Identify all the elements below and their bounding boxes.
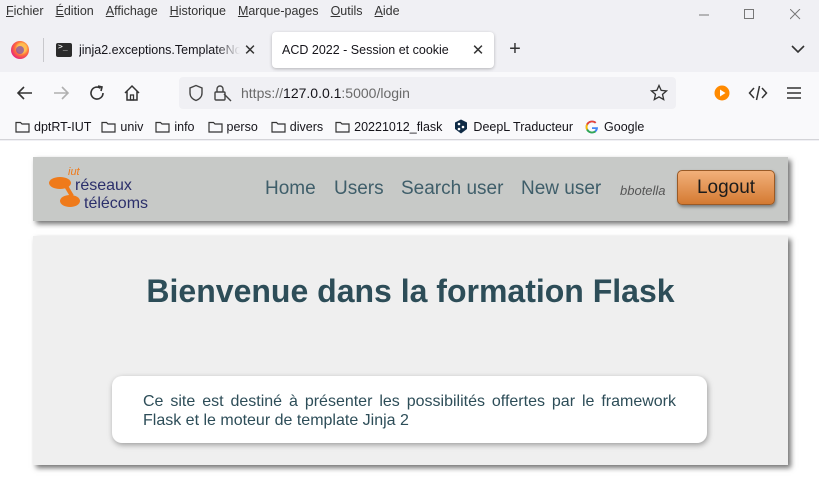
menu-aide[interactable]: Aide xyxy=(369,4,406,18)
folder-icon xyxy=(155,121,170,133)
bookmark-perso[interactable]: perso xyxy=(207,120,258,134)
folder-icon xyxy=(335,121,350,133)
bookmark-google[interactable]: Google xyxy=(585,120,644,134)
logo-telecoms-text: télécoms xyxy=(84,195,148,212)
reload-icon[interactable] xyxy=(85,81,109,105)
url-bar[interactable]: https://127.0.0.1:5000/login xyxy=(179,77,676,109)
nav-users-link[interactable]: Users xyxy=(334,178,384,200)
nav-new-user-link[interactable]: New user xyxy=(521,178,601,200)
nav-search-user-link[interactable]: Search user xyxy=(401,178,503,200)
menu-affichage[interactable]: Affichage xyxy=(100,4,164,18)
folder-icon xyxy=(101,121,117,133)
tab-close-icon[interactable]: ✕ xyxy=(240,41,260,59)
nav-bar: https://127.0.0.1:5000/login xyxy=(0,72,819,114)
description-text: Ce site est destiné à présenter les poss… xyxy=(143,393,676,429)
firefox-icon[interactable] xyxy=(11,41,29,59)
minimize-icon[interactable] xyxy=(681,0,727,28)
folder-icon xyxy=(207,121,223,133)
terminal-icon xyxy=(56,42,72,57)
bookmark-deepl[interactable]: DeepL Traducteur xyxy=(454,119,573,134)
page-content: iut réseaux télécoms Home Users Search u… xyxy=(0,141,819,488)
bookmark-star-icon[interactable] xyxy=(650,84,668,102)
media-extension-icon[interactable] xyxy=(710,81,734,105)
tab-separator xyxy=(43,38,44,62)
tab-strip: jinja2.exceptions.TemplateNotFound ✕ ACD… xyxy=(0,28,819,72)
bookmark-info[interactable]: info xyxy=(155,120,195,134)
bookmark-20221012-flask[interactable]: 20221012_flask xyxy=(335,120,442,134)
menu-fichier[interactable]: Fichier xyxy=(0,4,50,18)
tab-title: ACD 2022 - Session et cookie xyxy=(282,43,449,57)
folder-icon xyxy=(15,121,30,133)
menu-outils[interactable]: Outils xyxy=(325,4,369,18)
bookmark-divers[interactable]: divers xyxy=(271,120,323,134)
username-label: bbotella xyxy=(620,183,666,198)
tab-title: jinja2.exceptions.TemplateNotFound xyxy=(79,43,240,57)
bookmarks-bar: dptRT-IUT univ info perso divers 2022101… xyxy=(0,114,819,140)
shield-icon[interactable] xyxy=(187,84,205,102)
menu-edition[interactable]: Édition xyxy=(50,4,100,18)
tab-session-cookie[interactable]: ACD 2022 - Session et cookie ✕ xyxy=(272,32,494,68)
logout-button[interactable]: Logout xyxy=(677,170,775,205)
new-tab-button[interactable]: + xyxy=(505,38,525,61)
lock-insecure-icon[interactable] xyxy=(213,84,233,102)
menu-historique[interactable]: Historique xyxy=(164,4,232,18)
iut-rt-logo[interactable]: iut réseaux télécoms xyxy=(48,166,198,212)
deepl-icon xyxy=(455,119,468,134)
close-icon[interactable] xyxy=(772,0,818,28)
url-text[interactable]: https://127.0.0.1:5000/login xyxy=(241,85,410,101)
bookmark-univ[interactable]: univ xyxy=(101,120,143,134)
logo-reseaux-text: réseaux xyxy=(75,177,132,194)
bookmark-dptrt-iut[interactable]: dptRT-IUT xyxy=(15,120,91,134)
tab-template-error[interactable]: jinja2.exceptions.TemplateNotFound ✕ xyxy=(48,32,266,68)
description-card: Ce site est destiné à présenter les poss… xyxy=(112,376,707,443)
nav-home-link[interactable]: Home xyxy=(265,178,316,200)
folder-icon xyxy=(271,121,286,133)
home-icon[interactable] xyxy=(120,81,144,105)
hamburger-menu-icon[interactable] xyxy=(782,81,806,105)
page-title: Bienvenue dans la formation Flask xyxy=(146,273,675,309)
menu-marque-pages[interactable]: Marque-pages xyxy=(232,4,325,18)
maximize-icon[interactable] xyxy=(726,0,772,28)
tab-close-icon[interactable]: ✕ xyxy=(468,41,488,59)
welcome-panel: Bienvenue dans la formation Flask Ce sit… xyxy=(33,236,788,465)
google-icon xyxy=(585,120,599,133)
site-header: iut réseaux télécoms Home Users Search u… xyxy=(33,157,788,221)
forward-icon[interactable] xyxy=(49,81,73,105)
chevron-down-icon[interactable] xyxy=(789,40,807,58)
back-icon[interactable] xyxy=(13,81,37,105)
developer-tools-icon[interactable] xyxy=(746,81,770,105)
